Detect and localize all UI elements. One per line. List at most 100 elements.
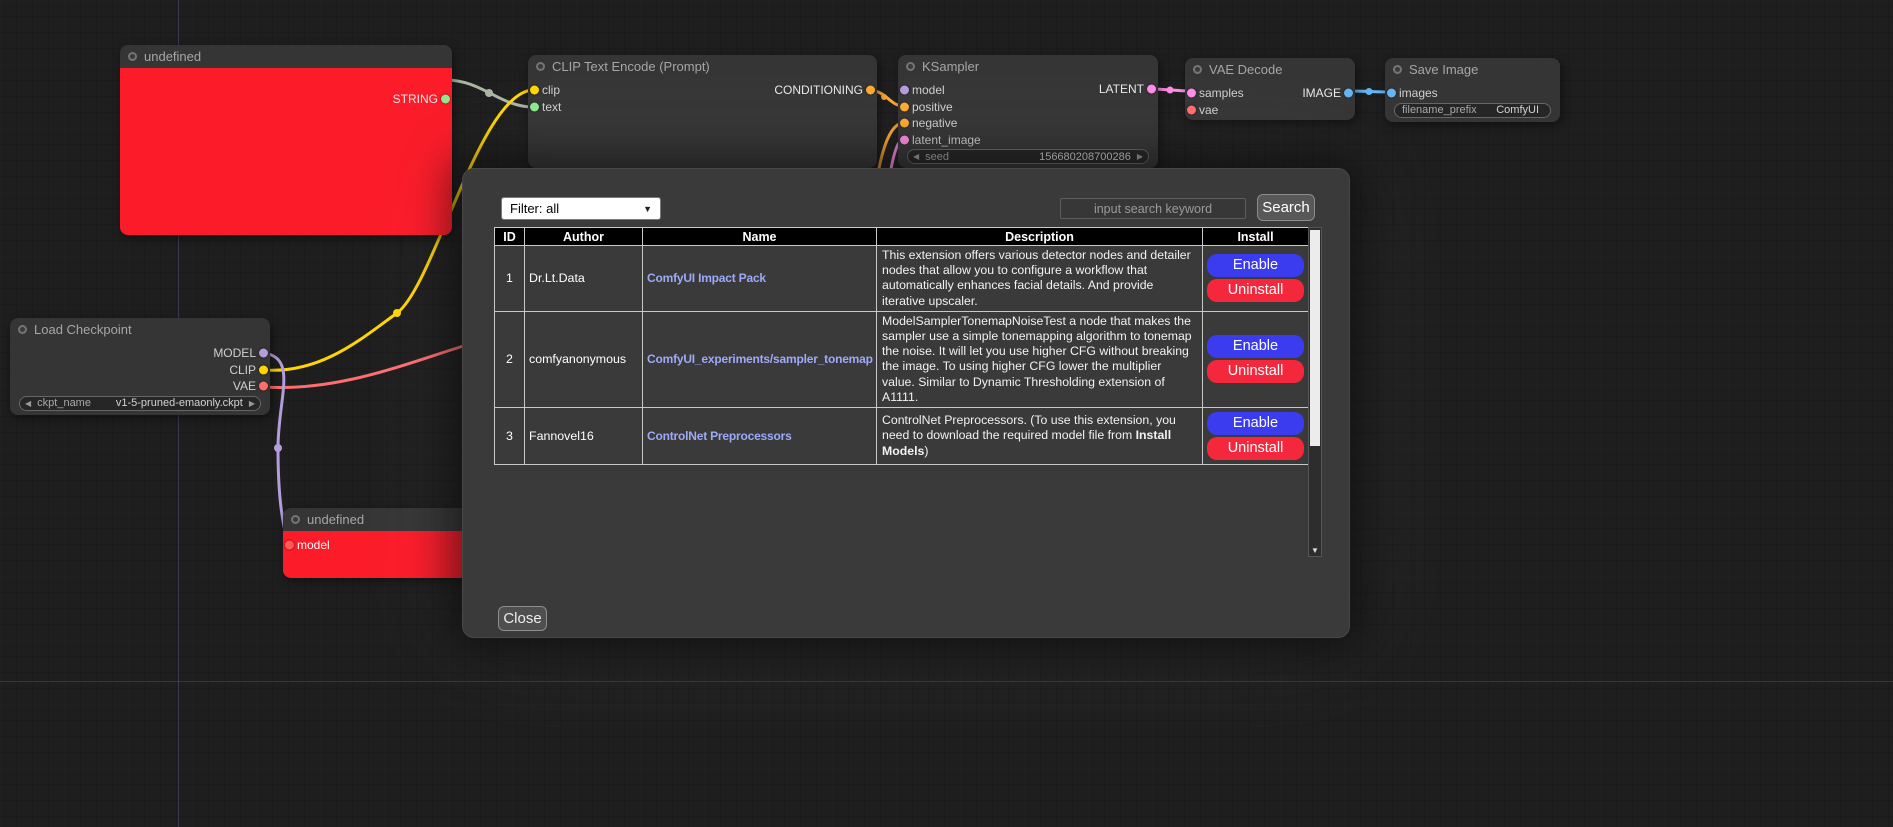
node-load-checkpoint[interactable]: Load Checkpoint MODEL CLIP VAE ◀ ckpt_na…	[10, 318, 270, 415]
slot-dot-model[interactable]	[285, 541, 294, 550]
decrement-arrow-icon[interactable]: ◀	[913, 152, 919, 161]
increment-arrow-icon[interactable]: ▶	[1137, 152, 1143, 161]
node-header[interactable]: Load Checkpoint	[10, 318, 270, 341]
custom-nodes-manager-dialog: Filter: all ▼ Search ID Author Name Desc…	[462, 168, 1350, 638]
node-title: Load Checkpoint	[34, 322, 132, 337]
extension-id: 2	[495, 311, 525, 407]
slot-dot-latent[interactable]	[1147, 85, 1156, 94]
uninstall-button[interactable]: Uninstall	[1207, 437, 1304, 460]
input-slot-model[interactable]: model	[283, 537, 468, 554]
node-error-top[interactable]: undefined STRING	[120, 45, 452, 235]
enable-button[interactable]: Enable	[1207, 335, 1304, 358]
input-slot-text[interactable]: text	[528, 99, 877, 116]
collapse-dot-icon[interactable]	[1193, 65, 1202, 74]
collapse-dot-icon[interactable]	[1393, 65, 1402, 74]
output-slot-model[interactable]: MODEL	[10, 345, 270, 362]
extension-link[interactable]: ControlNet Preprocessors	[647, 429, 792, 443]
node-save-image[interactable]: Save Image images filename_prefix ComfyU…	[1385, 58, 1560, 122]
seed-widget[interactable]: ◀ seed 156680208700286 ▶	[907, 149, 1149, 164]
slot-dot-positive[interactable]	[900, 102, 909, 111]
slot-dot-negative[interactable]	[900, 119, 909, 128]
link-midpoint-dot	[881, 94, 887, 100]
input-slot-vae[interactable]: vae	[1185, 102, 1355, 119]
node-clip-text-encode[interactable]: CLIP Text Encode (Prompt) clip text COND…	[528, 55, 877, 168]
extensions-table-container: ID Author Name Description Install 1Dr.L…	[494, 227, 1322, 559]
extension-name-cell: ComfyUI_experiments/sampler_tonemap	[643, 311, 877, 407]
slot-dot-image[interactable]	[1344, 89, 1353, 98]
decrement-arrow-icon[interactable]: ◀	[25, 399, 31, 408]
slot-dot-text[interactable]	[530, 102, 539, 111]
node-body: MODEL CLIP VAE ◀ ckpt_name v1-5-pruned-e…	[10, 341, 270, 411]
extension-row: 2comfyanonymousComfyUI_experiments/sampl…	[495, 311, 1309, 407]
output-slot-image[interactable]: IMAGE	[1185, 85, 1355, 102]
column-header-install: Install	[1203, 228, 1309, 246]
chevron-down-icon: ▼	[643, 204, 652, 214]
node-error-bottom[interactable]: undefined model	[283, 508, 468, 578]
filter-dropdown[interactable]: Filter: all ▼	[501, 197, 661, 220]
output-slot-latent[interactable]: LATENT	[898, 81, 1158, 98]
search-input[interactable]	[1060, 198, 1246, 219]
uninstall-button[interactable]: Uninstall	[1207, 360, 1304, 383]
node-graph-canvas[interactable]: undefined STRING CLIP Text Encode (Promp…	[0, 0, 1893, 827]
collapse-dot-icon[interactable]	[906, 62, 915, 71]
slot-dot-latent-image[interactable]	[900, 135, 909, 144]
node-header[interactable]: KSampler	[898, 55, 1158, 78]
output-slot-clip[interactable]: CLIP	[10, 362, 270, 379]
output-slot-string[interactable]: STRING	[120, 91, 452, 108]
collapse-dot-icon[interactable]	[18, 325, 27, 334]
close-button[interactable]: Close	[498, 606, 547, 631]
collapse-dot-icon[interactable]	[291, 515, 300, 524]
output-slot-conditioning[interactable]: CONDITIONING	[528, 82, 877, 99]
filename-prefix-widget[interactable]: filename_prefix ComfyUI	[1394, 103, 1551, 118]
input-slot-positive[interactable]: positive	[898, 99, 1158, 116]
filter-dropdown-value: Filter: all	[510, 201, 559, 216]
slot-dot-conditioning[interactable]	[866, 86, 875, 95]
scrollbar-thumb[interactable]	[1310, 230, 1320, 446]
link-vae[interactable]	[264, 344, 470, 388]
extension-actions: EnableUninstall	[1203, 311, 1309, 407]
input-slot-images[interactable]: images	[1385, 85, 1560, 102]
enable-button[interactable]: Enable	[1207, 412, 1304, 435]
extension-row: 1Dr.Lt.DataComfyUI Impact PackThis exten…	[495, 246, 1309, 312]
extension-link[interactable]: ComfyUI_experiments/sampler_tonemap	[647, 352, 873, 366]
extension-actions: EnableUninstall	[1203, 408, 1309, 465]
extension-author: Dr.Lt.Data	[525, 246, 643, 312]
column-header-description: Description	[877, 228, 1203, 246]
slot-dot-model[interactable]	[259, 349, 268, 358]
node-header[interactable]: Save Image	[1385, 58, 1560, 81]
slot-dot-vae[interactable]	[259, 382, 268, 391]
extension-author: Fannovel16	[525, 408, 643, 465]
slot-dot-images[interactable]	[1387, 89, 1396, 98]
node-header[interactable]: undefined	[120, 45, 452, 68]
node-ksampler[interactable]: KSampler model positive negative latent_…	[898, 55, 1158, 168]
node-header[interactable]: undefined	[283, 508, 468, 531]
node-vae-decode[interactable]: VAE Decode samples vae IMAGE	[1185, 58, 1355, 120]
collapse-dot-icon[interactable]	[128, 52, 137, 61]
ckpt-name-widget[interactable]: ◀ ckpt_name v1-5-pruned-emaonly.ckpt ▶	[19, 396, 261, 411]
input-slot-negative[interactable]: negative	[898, 115, 1158, 132]
search-button[interactable]: Search	[1257, 194, 1315, 221]
column-header-author: Author	[525, 228, 643, 246]
slot-dot-clip[interactable]	[259, 365, 268, 374]
slot-dot-vae[interactable]	[1187, 105, 1196, 114]
uninstall-button[interactable]: Uninstall	[1207, 279, 1304, 302]
extension-description: ControlNet Preprocessors. (To use this e…	[877, 408, 1203, 465]
node-body: STRING	[120, 68, 452, 235]
increment-arrow-icon[interactable]: ▶	[249, 399, 255, 408]
extension-row: 3Fannovel16 ControlNet Preprocessors Contr…	[495, 408, 1309, 465]
enable-button[interactable]: Enable	[1207, 254, 1304, 277]
slot-dot-string[interactable]	[441, 95, 450, 104]
scrollbar[interactable]: ▼	[1308, 227, 1322, 557]
extension-description: This extension offers various detector n…	[877, 246, 1203, 312]
node-body: model positive negative latent_image LAT…	[898, 78, 1158, 164]
link-midpoint-dot	[485, 89, 493, 97]
output-slot-vae[interactable]: VAE	[10, 378, 270, 395]
node-header[interactable]: CLIP Text Encode (Prompt)	[528, 55, 877, 78]
extension-link[interactable]: ComfyUI Impact Pack	[647, 271, 766, 285]
node-title: CLIP Text Encode (Prompt)	[552, 59, 710, 74]
extension-id: 3	[495, 408, 525, 465]
collapse-dot-icon[interactable]	[536, 62, 545, 71]
input-slot-latent-image[interactable]: latent_image	[898, 132, 1158, 149]
scroll-down-arrow-icon[interactable]: ▼	[1309, 546, 1321, 555]
node-header[interactable]: VAE Decode	[1185, 58, 1355, 81]
